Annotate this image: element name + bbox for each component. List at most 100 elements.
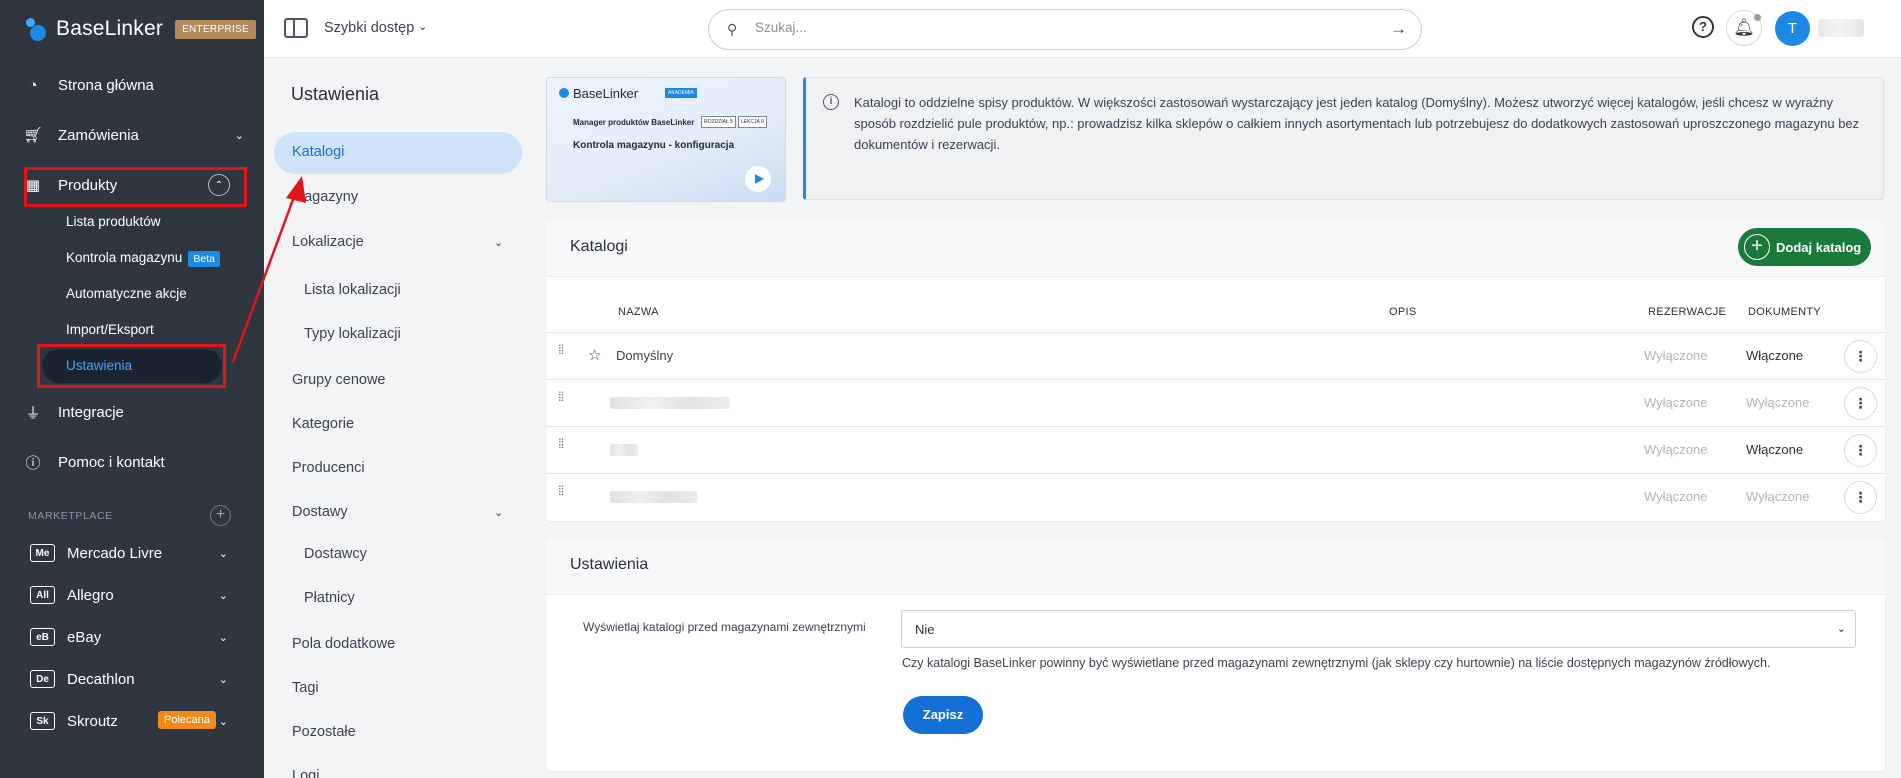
catalog-documents: Włączone: [1746, 442, 1804, 457]
chevron-down-icon[interactable]: ⌄: [418, 20, 427, 33]
akademia-badge: AKADEMIA: [665, 88, 697, 98]
chevron-down-icon[interactable]: ⌄: [494, 506, 503, 519]
marketplace-abbr: Me: [30, 544, 55, 562]
catalog-reservations: Wyłączone: [1644, 395, 1708, 410]
play-icon[interactable]: [745, 166, 771, 192]
settings-nav-pola-dodatkowe[interactable]: Pola dodatkowe: [292, 636, 395, 652]
chevron-down-icon: ⌄: [218, 589, 228, 602]
marketplace-abbr: De: [30, 670, 55, 688]
settings-nav-pozostale[interactable]: Pozostałe: [292, 724, 356, 740]
catalog-documents: Wyłączone: [1746, 395, 1810, 410]
column-header-description: OPIS: [1389, 306, 1417, 318]
settings-card: Ustawienia: [546, 539, 1885, 771]
search-input[interactable]: [755, 20, 1355, 35]
catalogs-order-select[interactable]: Nie ⌄: [901, 610, 1856, 648]
settings-nav-logi[interactable]: Logi: [292, 768, 319, 778]
chevron-down-icon: ⌄: [218, 715, 228, 728]
sidebar-item-label: Integracje: [58, 403, 124, 421]
catalog-name-blurred: [610, 491, 698, 503]
catalog-name-blurred: [610, 397, 730, 409]
catalogs-title: Katalogi: [570, 238, 628, 255]
sidebar-subitem-auto-actions[interactable]: Automatyczne akcje: [66, 286, 187, 301]
settings-nav-producenci[interactable]: Producenci: [292, 460, 365, 476]
search-icon: ⚲: [727, 21, 738, 37]
table-row[interactable]: ⁞⁞ Wyłączone Wyłączone ⋮: [546, 473, 1885, 520]
settings-nav: Ustawienia Katalogi Magazyny Lokalizacje…: [264, 58, 528, 778]
arrow-right-icon[interactable]: →: [1390, 19, 1407, 39]
settings-card-header: Ustawienia: [546, 539, 1885, 595]
catalog-documents: Włączone: [1746, 348, 1804, 363]
drag-handle-icon[interactable]: ⁞⁞: [558, 437, 564, 450]
marketplace-abbr: eB: [30, 628, 55, 646]
marketplace-item-allegro[interactable]: All Allegro ⌄: [30, 580, 230, 610]
save-button[interactable]: Zapisz: [903, 696, 983, 734]
setting-hint: Czy katalogi BaseLinker powinny być wyśw…: [902, 656, 1771, 670]
catalog-name: Domyślny: [616, 348, 674, 363]
sidebar-subitem-stock-control[interactable]: Kontrola magazynu Beta: [66, 250, 220, 267]
settings-nav-grupy-cenowe[interactable]: Grupy cenowe: [292, 372, 386, 388]
sidebar-item-orders[interactable]: 🛒︎ Zamówienia ⌄: [23, 113, 244, 157]
catalogs-card-header: Katalogi: [546, 221, 1885, 277]
chevron-down-icon[interactable]: ⌄: [494, 236, 503, 249]
brand[interactable]: BaseLinker ENTERPRISE: [0, 0, 264, 58]
settings-nav-kategorie[interactable]: Kategorie: [292, 416, 354, 432]
catalog-reservations: Wyłączone: [1644, 442, 1708, 457]
sidebar-item-label: Pomoc i kontakt: [58, 453, 165, 471]
settings-nav-dostawy[interactable]: Dostawy: [292, 504, 348, 520]
more-options-icon[interactable]: ⋮: [1844, 481, 1877, 514]
help-circle-icon: ⓘ: [25, 454, 41, 472]
settings-nav-magazyny[interactable]: Magazyny: [292, 189, 358, 205]
settings-nav-lista-lokalizacji[interactable]: Lista lokalizacji: [304, 282, 401, 298]
more-options-icon[interactable]: ⋮: [1844, 434, 1877, 467]
settings-card-title: Ustawienia: [570, 556, 649, 573]
search-bar[interactable]: ⚲ →: [708, 9, 1422, 50]
table-row[interactable]: ⁞⁞ Wyłączone Włączone ⋮: [546, 426, 1885, 473]
drag-handle-icon[interactable]: ⁞⁞: [558, 390, 564, 403]
beta-badge: Beta: [188, 251, 220, 267]
user-name-blurred[interactable]: [1818, 19, 1864, 37]
marketplace-label-text: eBay: [67, 628, 102, 646]
catalog-documents: Wyłączone: [1746, 489, 1810, 504]
chevron-down-icon: ⌄: [218, 673, 228, 686]
info-text: Katalogi to oddzielne spisy produktów. W…: [854, 95, 1860, 152]
quick-access-label[interactable]: Szybki dostęp: [324, 20, 414, 36]
sidebar-item-label: Strona główna: [58, 76, 154, 94]
table-row[interactable]: ⁞⁞ Wyłączone Wyłączone ⋮: [546, 379, 1885, 426]
marketplace-label: MARKETPLACE: [28, 510, 113, 522]
column-header-documents: DOKUMENTY: [1748, 306, 1821, 318]
marketplace-label-text: Allegro: [67, 586, 114, 604]
info-icon: i: [823, 94, 839, 110]
settings-nav-lokalizacje[interactable]: Lokalizacje: [292, 234, 364, 250]
settings-nav-katalogi[interactable]: Katalogi: [292, 144, 344, 160]
marketplace-item-ebay[interactable]: eB eBay ⌄: [30, 622, 230, 652]
settings-nav-tagi[interactable]: Tagi: [292, 680, 319, 696]
cart-icon: 🛒︎: [23, 127, 43, 144]
brand-name: BaseLinker: [56, 17, 164, 40]
sidebar-item-integrations[interactable]: ⏚ Integracje: [24, 390, 244, 434]
add-marketplace-icon[interactable]: +: [210, 505, 231, 526]
settings-nav-dostawcy[interactable]: Dostawcy: [304, 546, 367, 562]
sidebar-item-help[interactable]: ⓘ Pomoc i kontakt: [24, 440, 244, 484]
avatar[interactable]: T: [1775, 11, 1810, 46]
sidebar: BaseLinker ENTERPRISE ◔ Strona główna 🛒︎…: [0, 0, 264, 778]
marketplace-abbr: All: [30, 586, 55, 604]
help-icon[interactable]: ?: [1692, 16, 1714, 38]
more-options-icon[interactable]: ⋮: [1844, 340, 1877, 373]
video-tag-chapter: ROZDZIAŁ 5: [701, 116, 736, 128]
table-row[interactable]: ⁞⁞ ☆ Domyślny Wyłączone Włączone ⋮: [546, 332, 1885, 379]
video-tutorial-card[interactable]: BaseLinker AKADEMIA Manager produktów Ba…: [546, 77, 786, 202]
sidebar-subitem-import-export[interactable]: Import/Eksport: [66, 322, 154, 337]
add-catalog-button[interactable]: + Dodaj katalog: [1738, 228, 1871, 266]
star-icon[interactable]: ☆: [588, 346, 601, 364]
drag-handle-icon[interactable]: ⁞⁞: [558, 343, 564, 356]
drag-handle-icon[interactable]: ⁞⁞: [558, 484, 564, 497]
sidebar-item-home[interactable]: ◔ Strona główna: [24, 63, 244, 107]
sidebar-subitem-product-list[interactable]: Lista produktów: [66, 214, 161, 229]
settings-nav-platnicy[interactable]: Płatnicy: [304, 590, 355, 606]
settings-nav-typy-lokalizacji[interactable]: Typy lokalizacji: [304, 326, 401, 342]
marketplace-item-mercado-livre[interactable]: Me Mercado Livre ⌄: [30, 538, 230, 568]
more-options-icon[interactable]: ⋮: [1844, 387, 1877, 420]
marketplace-item-decathlon[interactable]: De Decathlon ⌄: [30, 664, 230, 694]
plug-icon: ⏚: [25, 404, 41, 422]
sidebar-toggle-icon[interactable]: [284, 18, 308, 38]
